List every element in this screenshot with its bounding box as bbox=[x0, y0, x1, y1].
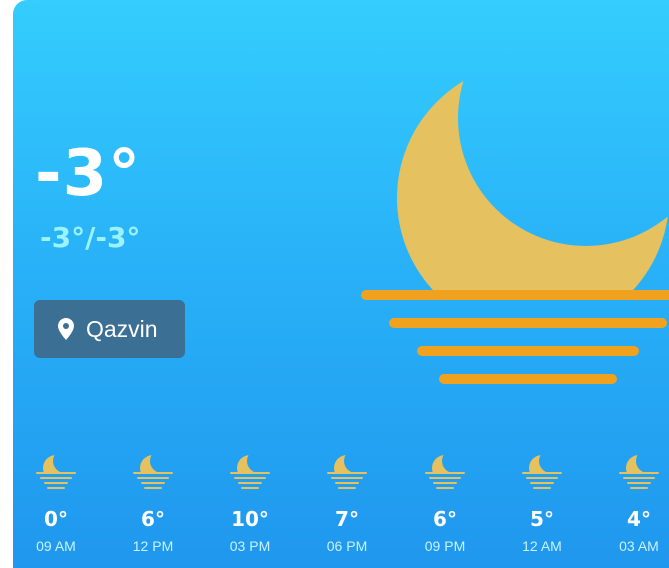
location-label: Qazvin bbox=[86, 315, 158, 342]
moon-set-icon bbox=[307, 445, 387, 491]
forecast-temp: 10° bbox=[231, 507, 269, 531]
forecast-temp: 7° bbox=[335, 507, 359, 531]
forecast-item: 6° 12 PM bbox=[113, 445, 193, 553]
forecast-temp: 4° bbox=[627, 507, 651, 531]
moon-set-icon bbox=[405, 445, 485, 491]
forecast-time: 12 AM bbox=[522, 538, 562, 554]
current-temperature: -3° bbox=[35, 137, 142, 211]
forecast-temp: 6° bbox=[433, 507, 457, 531]
forecast-time: 03 AM bbox=[619, 538, 659, 554]
moon-set-icon bbox=[502, 445, 582, 491]
weather-card: -3° -3°/-3° Qazvin 0° 09 AM 6° 12 PM 10°… bbox=[13, 0, 669, 568]
forecast-time: 09 AM bbox=[36, 538, 76, 554]
hourly-forecast: 0° 09 AM 6° 12 PM 10° 03 PM 7° 06 PM 6° … bbox=[13, 445, 669, 568]
forecast-temp: 5° bbox=[530, 507, 554, 531]
forecast-item: 7° 06 PM bbox=[307, 445, 387, 553]
forecast-item: 10° 03 PM bbox=[210, 445, 290, 553]
moon-set-icon bbox=[16, 445, 96, 491]
location-button[interactable]: Qazvin bbox=[34, 300, 185, 358]
forecast-item: 4° 03 AM bbox=[599, 445, 669, 553]
moon-set-icon bbox=[599, 445, 669, 491]
forecast-time: 09 PM bbox=[424, 538, 466, 554]
forecast-temp: 0° bbox=[44, 507, 68, 531]
moon-set-icon bbox=[348, 68, 669, 392]
moon-set-icon bbox=[113, 445, 193, 491]
map-pin-icon bbox=[58, 318, 74, 340]
temperature-range: -3°/-3° bbox=[40, 221, 141, 254]
forecast-time: 06 PM bbox=[326, 538, 368, 554]
forecast-item: 5° 12 AM bbox=[502, 445, 582, 553]
forecast-item: 0° 09 AM bbox=[16, 445, 96, 553]
forecast-item: 6° 09 PM bbox=[405, 445, 485, 553]
forecast-time: 12 PM bbox=[132, 538, 174, 554]
forecast-temp: 6° bbox=[141, 507, 165, 531]
forecast-time: 03 PM bbox=[229, 538, 271, 554]
moon-set-icon bbox=[210, 445, 290, 491]
